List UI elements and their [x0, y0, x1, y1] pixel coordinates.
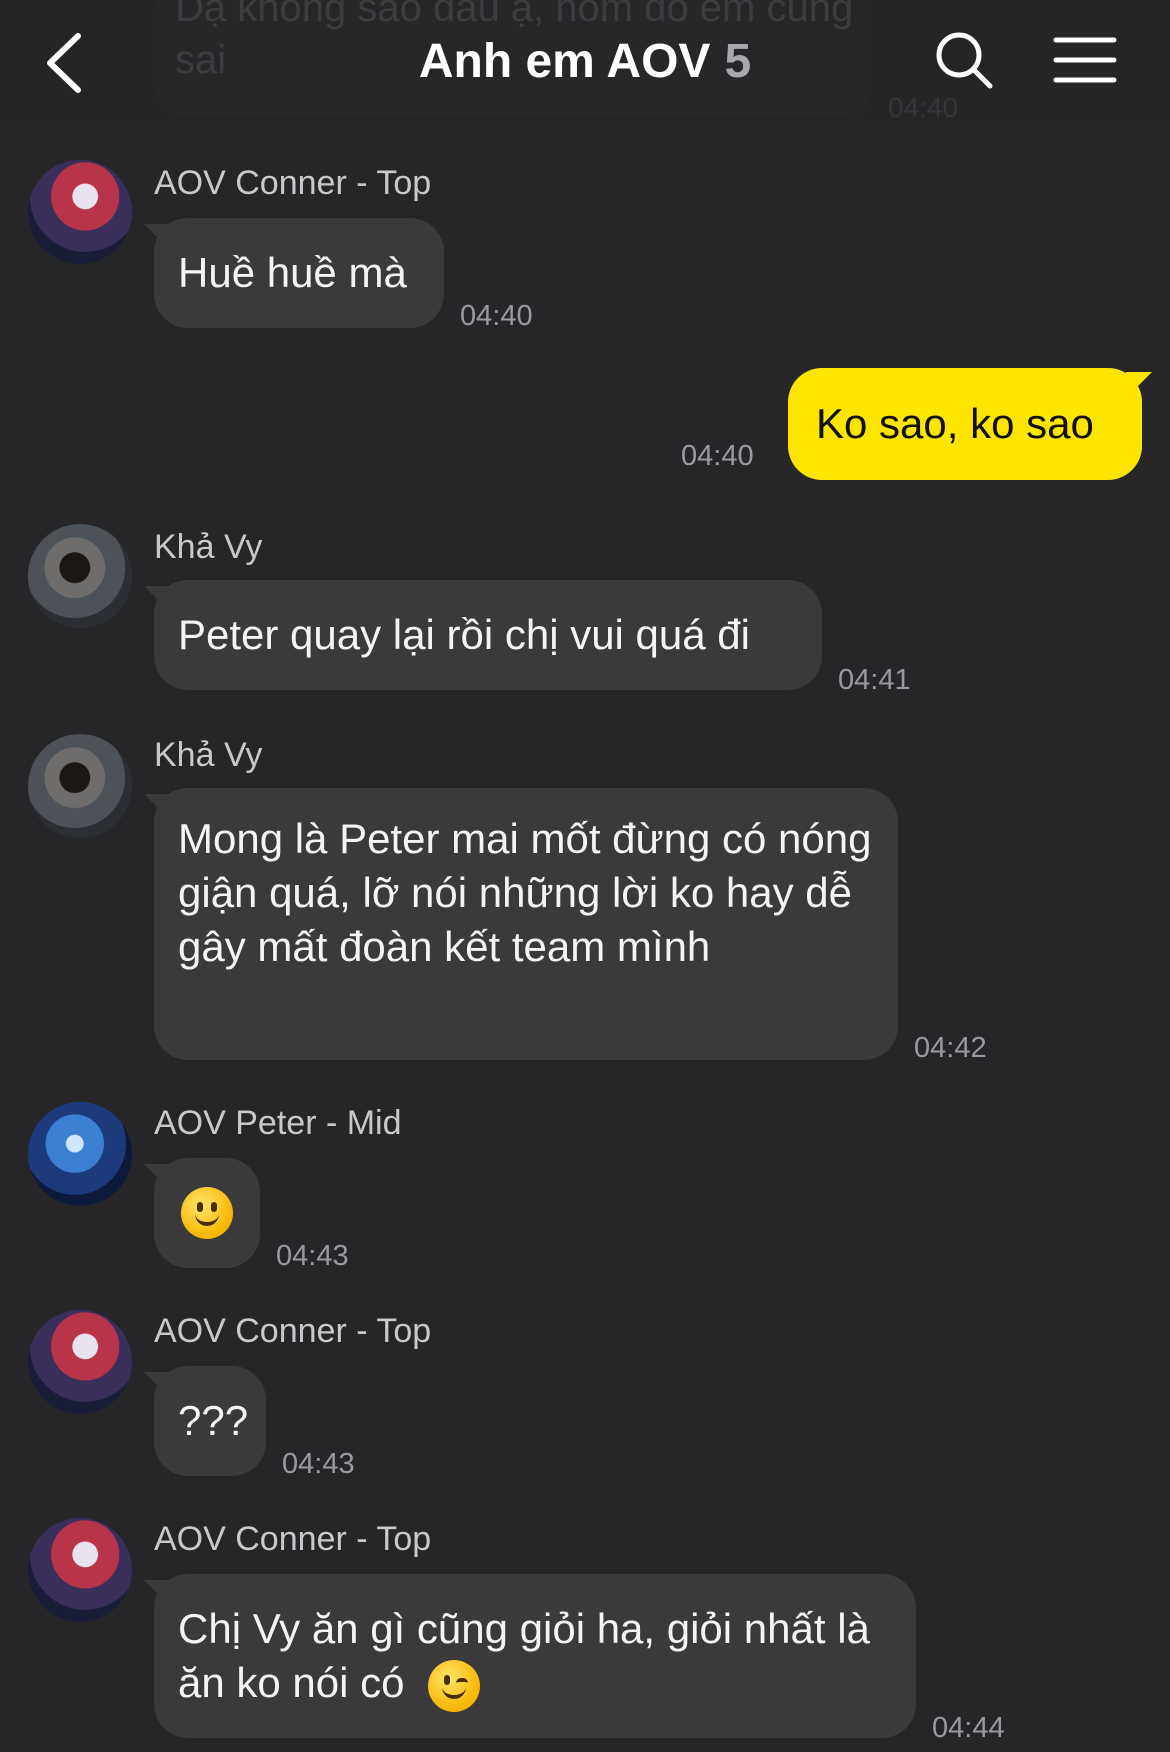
message-bubble[interactable] [154, 1158, 260, 1268]
message-bubble[interactable]: Chị Vy ăn gì cũng giỏi ha, giỏi nhất là … [154, 1574, 916, 1738]
message-text: Huề huề mà [178, 249, 407, 296]
search-icon [936, 32, 993, 89]
menu-button[interactable] [1052, 32, 1118, 92]
message-bubble[interactable]: ??? [154, 1366, 266, 1476]
avatar-aov-conner[interactable] [28, 1310, 132, 1414]
message-bubble-outgoing[interactable]: Ko sao, ko sao [788, 368, 1142, 480]
sender-name: Khả Vy [154, 528, 263, 566]
message-bubble[interactable]: Peter quay lại rồi chị vui quá đi [154, 580, 822, 690]
sender-name: AOV Conner - Top [154, 1312, 432, 1350]
message-bubble[interactable]: Huề huề mà [154, 218, 444, 328]
sender-name: Khả Vy [154, 736, 263, 774]
message-time: 04:40 [460, 300, 533, 332]
message-bubble[interactable]: Mong là Peter mai mốt đừng có nóng giận … [154, 788, 898, 1060]
sender-name: AOV Conner - Top [154, 1520, 432, 1558]
message-text: Ko sao, ko sao [816, 400, 1094, 447]
chat-header: Anh em AOV 5 [0, 0, 1170, 126]
message-time: 04:43 [282, 1448, 355, 1480]
search-button[interactable] [932, 28, 996, 94]
avatar-aov-peter[interactable] [28, 1102, 132, 1206]
message-time: 04:41 [838, 664, 911, 696]
group-name: Anh em AOV [418, 35, 711, 88]
message-text: Chị Vy ăn gì cũng giỏi ha, giỏi nhất là … [178, 1605, 870, 1706]
chevron-left-icon [47, 33, 81, 93]
avatar-aov-conner[interactable] [28, 1518, 132, 1622]
hamburger-menu-icon [1053, 37, 1117, 83]
sender-name: AOV Conner - Top [154, 164, 432, 202]
slightly-smiling-face-icon [181, 1187, 233, 1239]
message-time: 04:40 [681, 440, 754, 472]
message-text: Mong là Peter mai mốt đừng có nóng giận … [178, 815, 872, 970]
message-time: 04:44 [932, 1712, 1005, 1744]
back-button[interactable] [36, 28, 96, 98]
winking-face-icon [428, 1659, 481, 1712]
message-time: 04:43 [276, 1240, 349, 1272]
message-time: 04:42 [914, 1032, 987, 1064]
message-text: ??? [178, 1397, 249, 1444]
member-count: 5 [724, 35, 752, 88]
message-text: Peter quay lại rồi chị vui quá đi [178, 611, 750, 658]
avatar-kha-vy[interactable] [28, 734, 132, 838]
sender-name: AOV Peter - Mid [154, 1104, 402, 1142]
avatar-kha-vy[interactable] [28, 524, 132, 628]
avatar-aov-conner[interactable] [28, 160, 132, 264]
